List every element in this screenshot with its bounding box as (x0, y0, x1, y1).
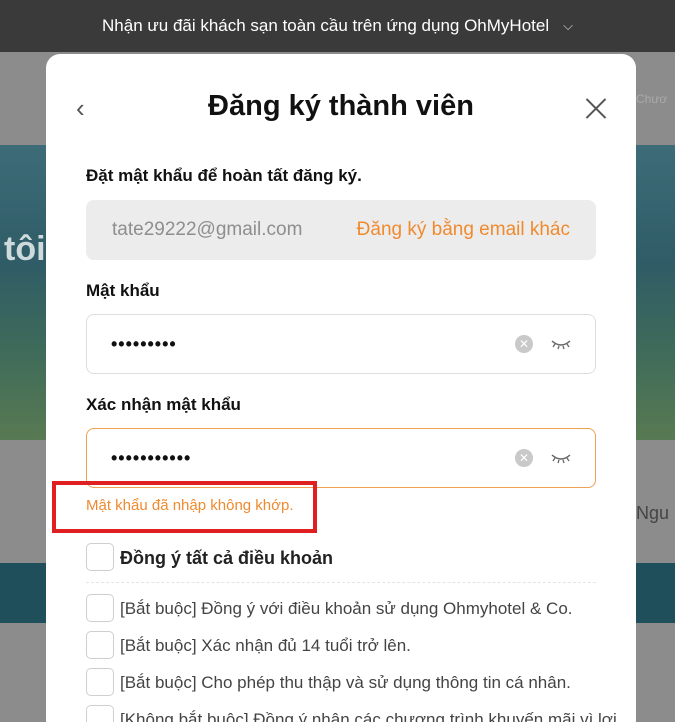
password-value[interactable]: ••••••••• (111, 334, 515, 355)
backdrop-text: tôi (4, 230, 46, 268)
subtitle: Đặt mật khẩu để hoàn tất đăng ký. (86, 166, 362, 185)
terms-label[interactable]: [Không bắt buộc] Đồng ý nhận các chương … (120, 710, 617, 722)
terms-checkbox[interactable] (86, 705, 114, 722)
backdrop-text: Ngu (636, 503, 670, 523)
change-email-link[interactable]: Đăng ký bằng email khác (357, 219, 570, 241)
eye-closed-icon[interactable] (551, 452, 571, 464)
agree-all-label[interactable]: Đồng ý tất cả điều khoản (120, 548, 333, 569)
terms-label[interactable]: [Bắt buộc] Xác nhận đủ 14 tuổi trở lên. (120, 636, 411, 656)
app-promo-banner[interactable]: Nhận ưu đãi khách sạn toàn cầu trên ứng … (0, 0, 675, 52)
password-field[interactable]: ••••••••• ✕ (86, 314, 596, 374)
highlight-box (52, 481, 317, 533)
backdrop-text: Chươ (636, 92, 668, 106)
signup-modal (46, 54, 636, 722)
confirm-password-field[interactable]: ••••••••••• ✕ (86, 428, 596, 488)
terms-checkbox[interactable] (86, 594, 114, 622)
password-label: Mật khẩu (86, 281, 160, 300)
terms-checkbox[interactable] (86, 631, 114, 659)
clear-icon[interactable]: ✕ (515, 449, 533, 467)
confirm-password-label: Xác nhận mật khẩu (86, 395, 241, 414)
divider (86, 582, 596, 583)
banner-text: Nhận ưu đãi khách sạn toàn cầu trên ứng … (102, 16, 550, 35)
agree-all-checkbox[interactable] (86, 543, 114, 571)
chevron-down-icon[interactable]: ⌵ (563, 18, 573, 34)
clear-icon[interactable]: ✕ (515, 335, 533, 353)
terms-checkbox[interactable] (86, 668, 114, 696)
modal-title: Đăng ký thành viên (208, 90, 474, 122)
confirm-password-value[interactable]: ••••••••••• (111, 448, 515, 469)
email-display: tate29222@gmail.com Đăng ký bằng email k… (86, 200, 596, 260)
eye-closed-icon[interactable] (551, 338, 571, 350)
email-value: tate29222@gmail.com (112, 219, 303, 240)
terms-label[interactable]: [Bắt buộc] Cho phép thu thập và sử dụng … (120, 673, 571, 693)
terms-label[interactable]: [Bắt buộc] Đồng ý với điều khoản sử dụng… (120, 599, 573, 619)
